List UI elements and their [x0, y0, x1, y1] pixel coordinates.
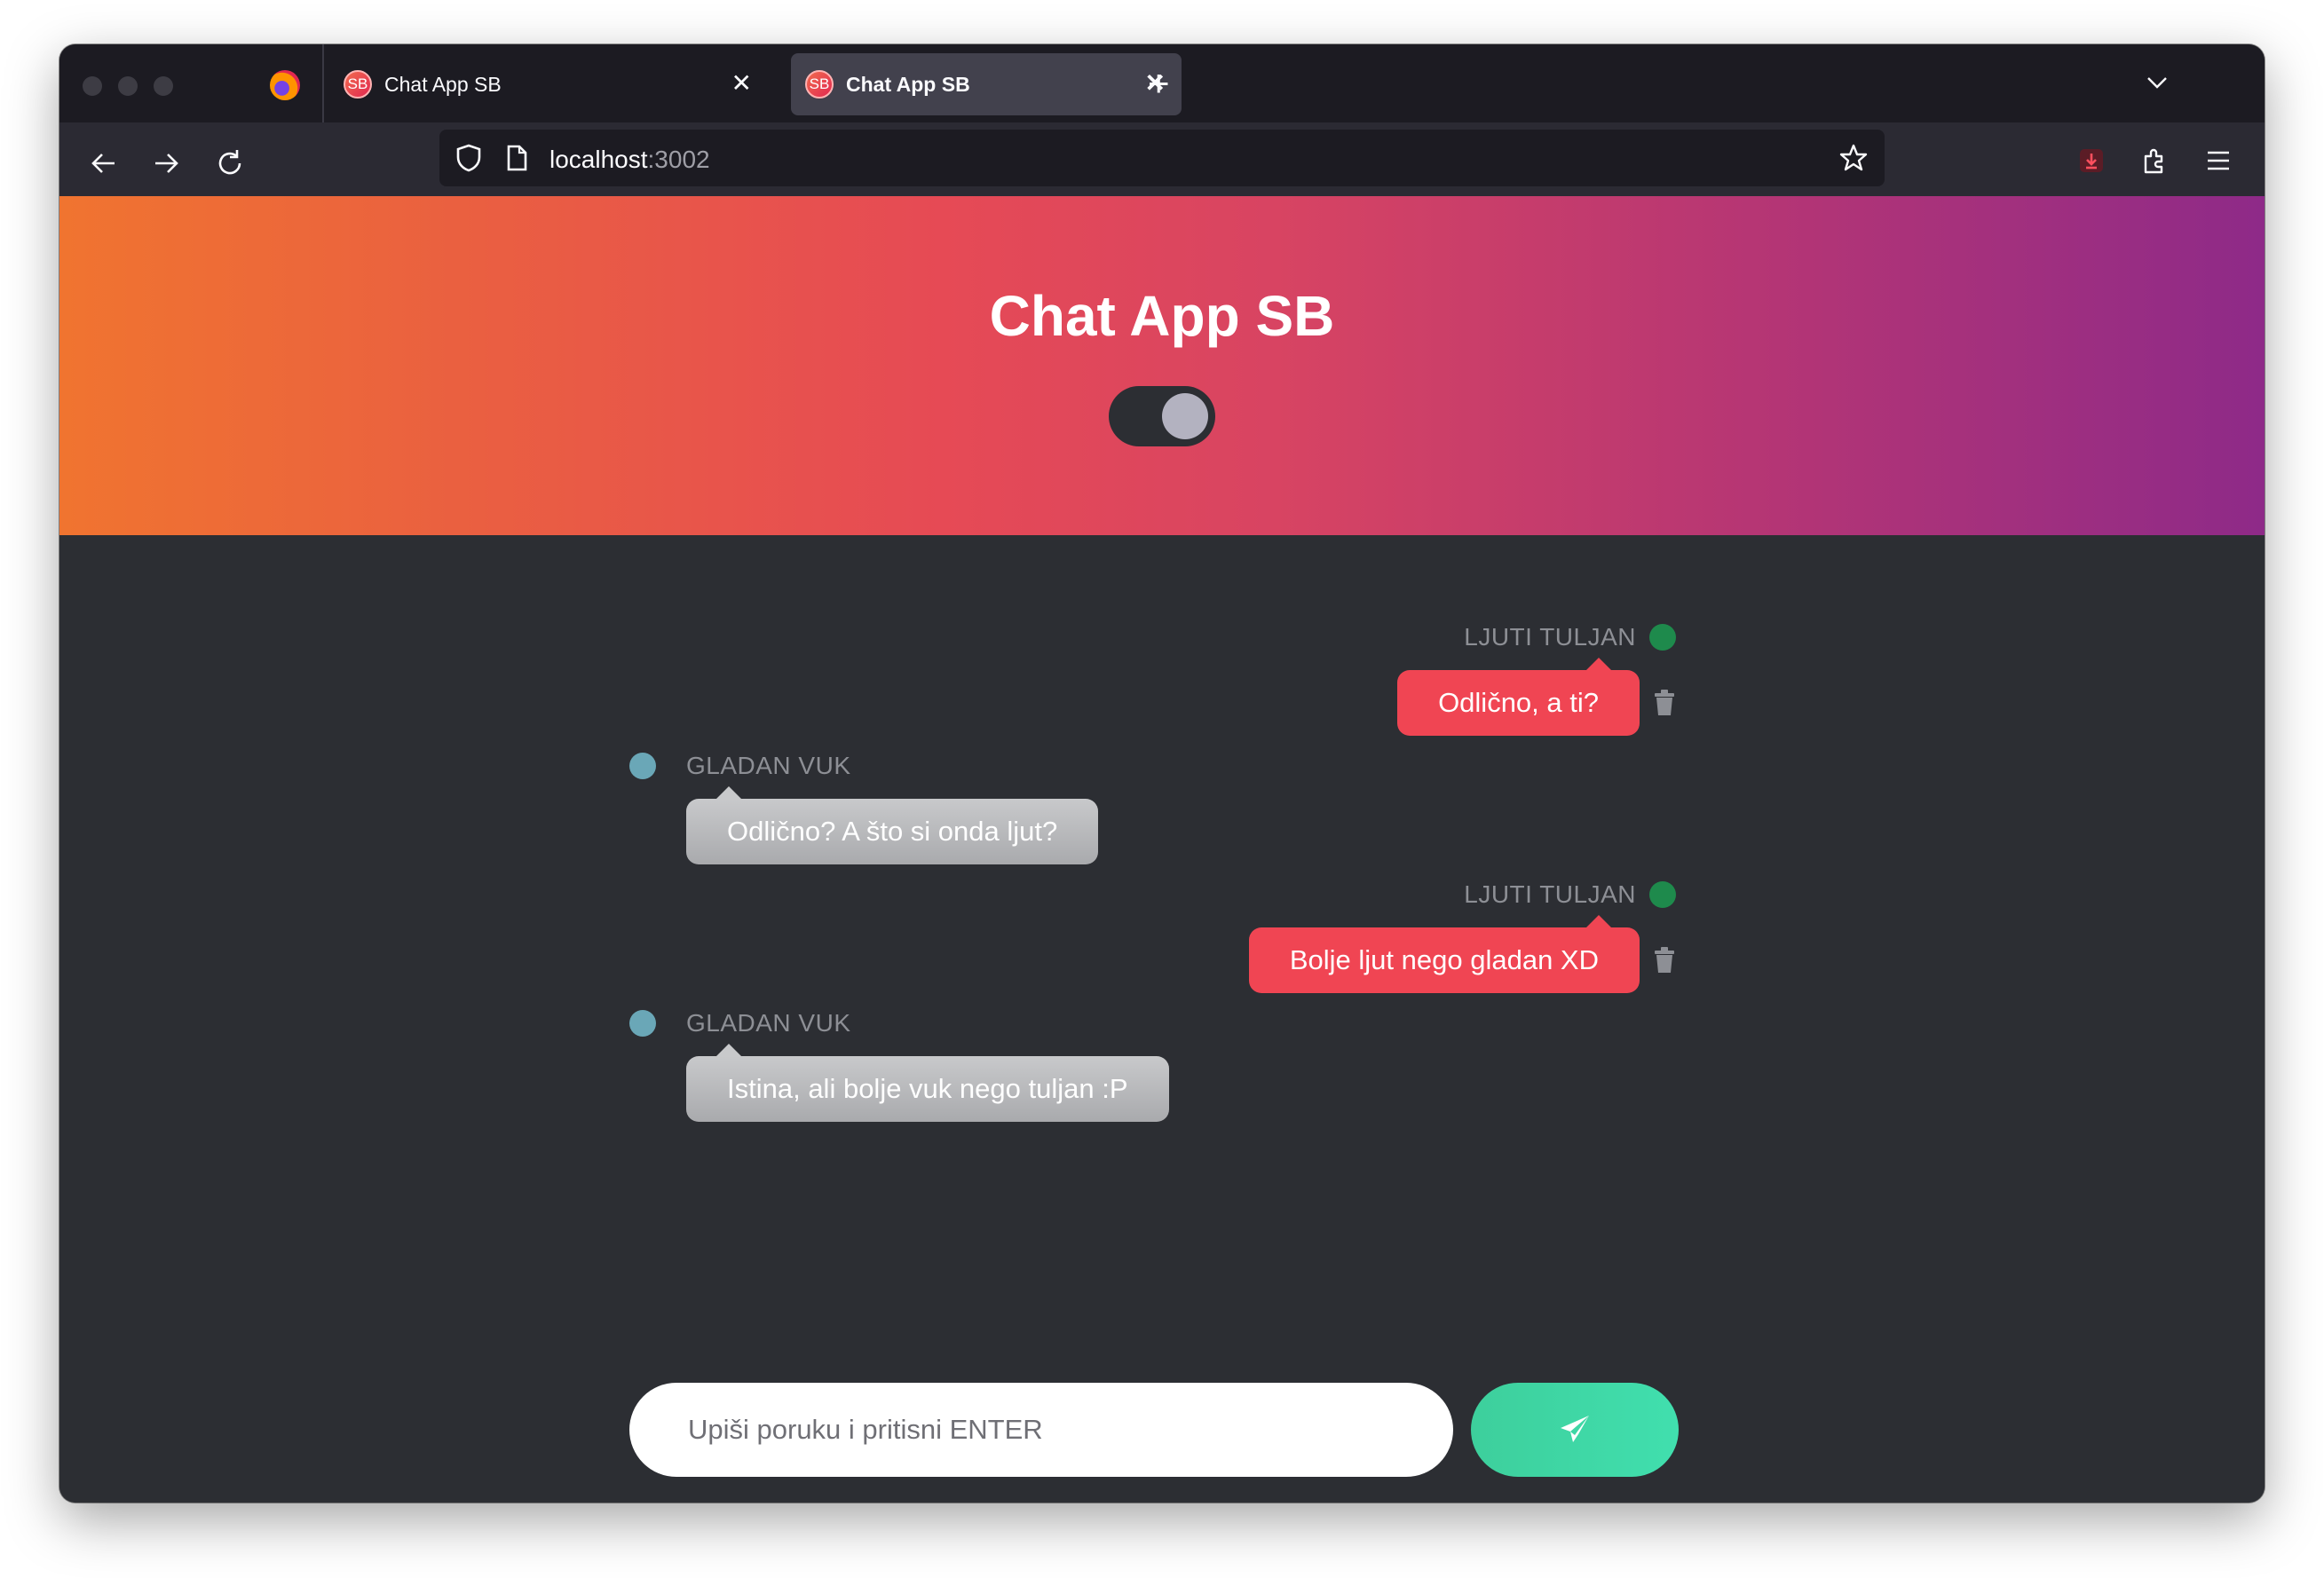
send-button[interactable] — [1471, 1383, 1679, 1477]
message-bubble: Odlično, a ti? — [1397, 658, 1640, 736]
minimize-window-button[interactable] — [118, 76, 138, 96]
extensions-puzzle-icon[interactable] — [2140, 146, 2170, 176]
address-bar[interactable]: localhost:3002 — [439, 130, 1885, 186]
reload-icon[interactable] — [214, 147, 246, 179]
page-title: Chat App SB — [989, 284, 1335, 348]
message-bubble: Istina, ali bolje vuk nego tuljan :P — [686, 1044, 1169, 1122]
theme-toggle[interactable] — [1109, 386, 1215, 446]
new-tab-icon[interactable]: + — [1148, 64, 1170, 103]
tab-title: Chat App SB — [384, 72, 502, 96]
online-status-dot — [1649, 624, 1676, 651]
close-tab-icon[interactable]: ✕ — [731, 69, 752, 98]
online-status-dot — [1649, 881, 1676, 908]
online-status-dot — [629, 1010, 656, 1037]
firefox-icon[interactable] — [270, 70, 300, 100]
back-arrow-icon[interactable] — [88, 147, 120, 179]
sb-favicon-icon: SB — [344, 70, 372, 99]
url-text[interactable]: localhost:3002 — [549, 146, 710, 174]
message-bubble: Bolje ljut nego gladan XD — [1248, 915, 1640, 993]
trash-icon[interactable] — [1653, 690, 1676, 716]
forward-arrow-icon[interactable] — [150, 147, 182, 179]
bookmark-star-icon[interactable] — [1838, 143, 1869, 173]
message-author: GLADAN VUK — [686, 752, 851, 779]
download-icon[interactable] — [2076, 146, 2107, 176]
close-window-button[interactable] — [83, 76, 102, 96]
tab-divider — [322, 44, 324, 122]
paper-plane-icon — [1561, 1416, 1589, 1442]
tab-title: Chat App SB — [846, 72, 970, 96]
sb-favicon-icon: SB — [805, 70, 834, 99]
shield-icon[interactable] — [454, 143, 484, 173]
browser-window: SB Chat App SB ✕ SB Chat App SB ✕ + loca… — [59, 44, 2265, 1503]
chevron-down-icon[interactable] — [2144, 69, 2170, 96]
message-input[interactable] — [629, 1383, 1453, 1477]
zoom-window-button[interactable] — [154, 76, 173, 96]
app-header: Chat App SB — [59, 196, 2265, 535]
tab-chat-app-1[interactable]: SB Chat App SB ✕ — [329, 53, 768, 115]
trash-icon[interactable] — [1653, 947, 1676, 974]
message-author: LJUTI TULJAN — [1464, 623, 1636, 651]
message-bubble: Odlično? A što si onda ljut? — [686, 786, 1099, 864]
web-page: Chat App SB LJUTI TULJAN Odlično, a ti? … — [59, 196, 2265, 1503]
tab-chat-app-2[interactable]: SB Chat App SB ✕ — [791, 53, 1182, 115]
toggle-knob — [1162, 393, 1208, 439]
online-status-dot — [629, 753, 656, 779]
message-author: LJUTI TULJAN — [1464, 880, 1636, 908]
page-icon[interactable] — [503, 144, 530, 172]
tab-strip: SB Chat App SB ✕ SB Chat App SB ✕ + — [59, 44, 2265, 122]
message-author: GLADAN VUK — [686, 1009, 851, 1037]
hamburger-menu-icon[interactable] — [2204, 147, 2233, 174]
